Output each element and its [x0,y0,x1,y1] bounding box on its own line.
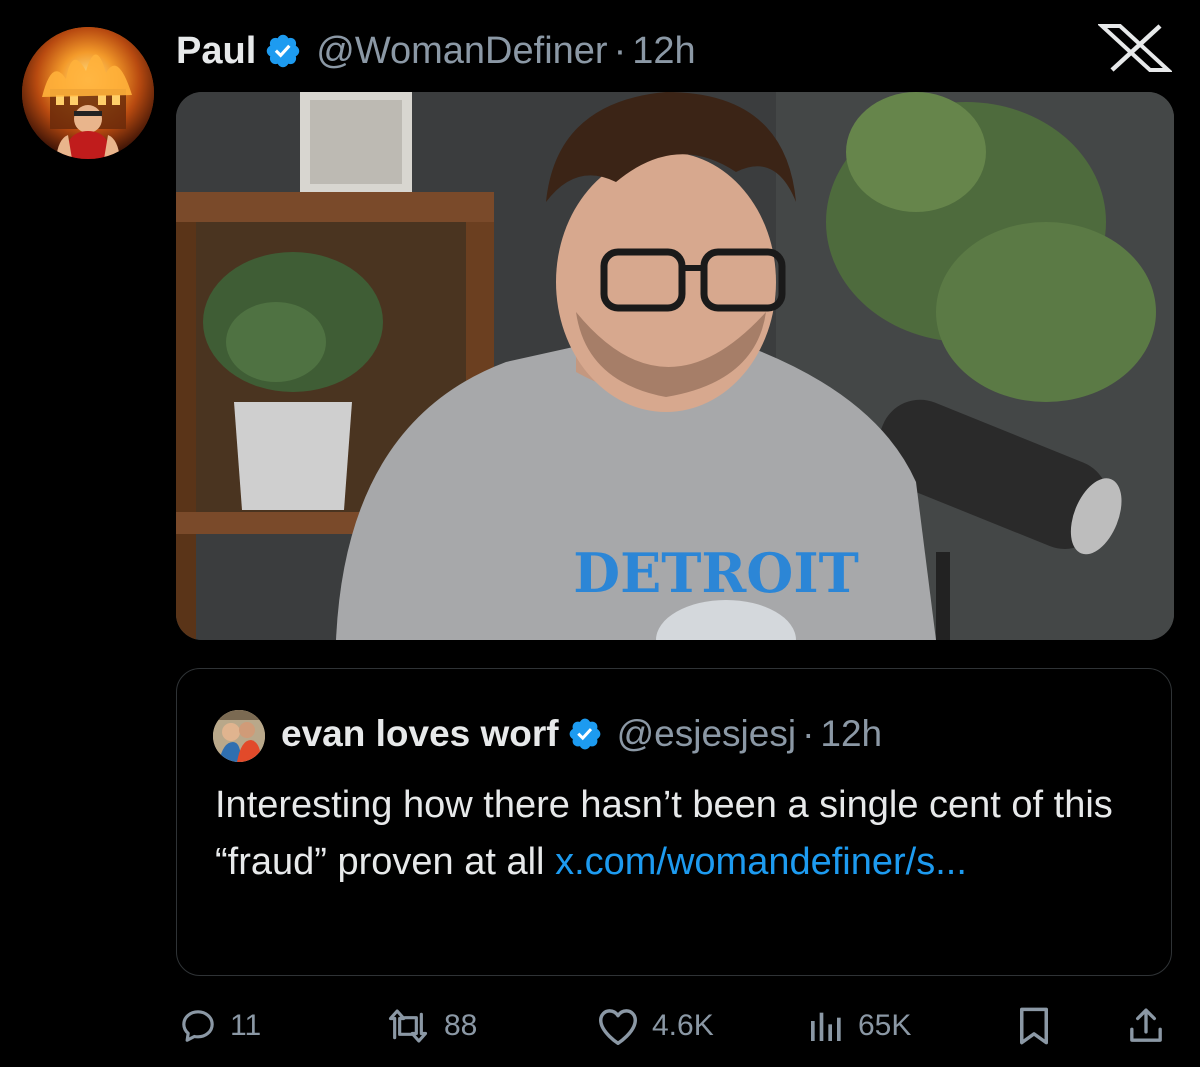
verified-badge-icon [264,32,302,70]
reply-button[interactable]: 11 [178,1002,261,1050]
heart-icon [598,1009,637,1045]
avatar-image [22,27,154,159]
shirt-text: DETROIT [573,541,859,605]
post-header: Paul @WomanDefiner · 12h [176,26,696,76]
bookmark-button[interactable] [1016,1002,1052,1050]
author-display-name[interactable]: Paul [176,30,256,73]
views-bar-chart-icon [811,1012,841,1041]
views-button[interactable]: 65K [806,1002,911,1050]
reply-count: 11 [230,1009,262,1042]
author-handle[interactable]: @WomanDefiner [316,30,607,73]
like-count: 4.6K [652,1009,714,1042]
quote-body: Interesting how there hasn’t been a sing… [215,777,1115,891]
share-icon [1130,1008,1162,1042]
meta-separator: · [613,29,627,72]
verified-badge-icon [567,716,603,752]
repost-count: 88 [444,1009,478,1042]
quote-author-avatar[interactable] [213,710,265,762]
repost-button[interactable]: 88 [384,1002,477,1050]
repost-icon [388,1009,428,1043]
post-media-photo[interactable]: DETROIT [176,92,1174,640]
photo-illustration: DETROIT [176,92,1174,640]
bookmark-icon [1020,1007,1048,1045]
quote-header: evan loves worf @esjesjesj · 12h [281,709,882,759]
quote-author-handle[interactable]: @esjesjesj [617,713,796,755]
share-button[interactable] [1126,1002,1166,1050]
quote-timestamp[interactable]: 12h [820,713,882,755]
quote-avatar-image [213,710,265,762]
meta-separator: · [802,713,815,754]
x-logo-icon [1098,22,1172,74]
author-avatar[interactable] [22,27,154,159]
views-count: 65K [858,1009,912,1042]
post-timestamp[interactable]: 12h [632,30,695,73]
quote-author-display-name[interactable]: evan loves worf [281,713,559,755]
like-button[interactable]: 4.6K [596,1002,714,1050]
reply-icon [182,1010,214,1042]
quote-link[interactable]: x.com/​womandefiner/s... [555,841,967,883]
quoted-post-card[interactable]: evan loves worf @esjesjesj · 12h Interes… [176,668,1172,976]
